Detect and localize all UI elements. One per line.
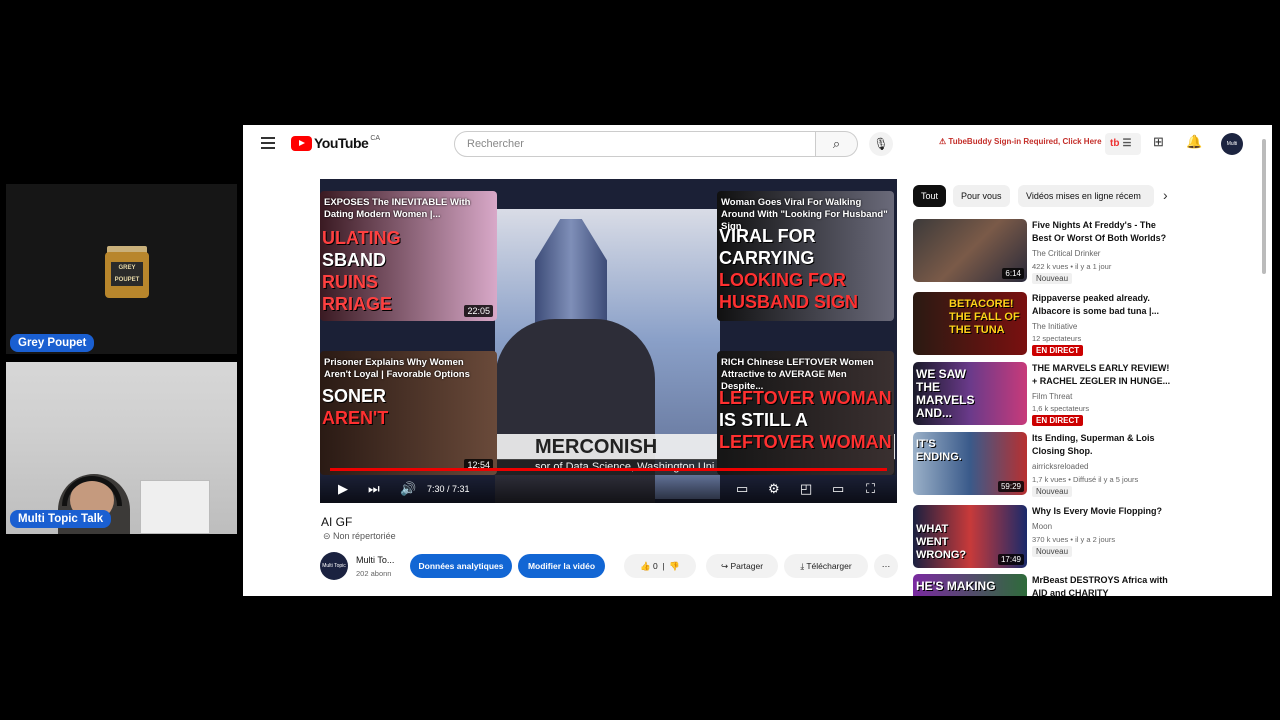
youtube-window: YouTube CA Rechercher ⌕ 🎙 ⚠ TubeBuddy Si…: [243, 125, 1272, 596]
share-icon: ↪: [720, 561, 729, 571]
jar-label: GREY POUPET: [111, 262, 143, 286]
time-display: 7:30 / 7:31: [427, 484, 470, 494]
analytics-button[interactable]: Données analytiques: [410, 554, 512, 578]
more-horiz-icon: ⋯: [881, 561, 891, 571]
notifications-bell-icon[interactable]: 🔔: [1186, 134, 1202, 150]
participant-name-tag: Grey Poupet: [10, 334, 95, 352]
video-thumbnail[interactable]: BETACORE! THE FALL OF THE TUNA: [913, 292, 1027, 355]
recommended-video[interactable]: WE SAW THE MARVELS AND... THE MARVELS EA…: [913, 362, 1263, 426]
microphone-icon: 🎙: [873, 137, 889, 151]
video-thumbnail[interactable]: WE SAW THE MARVELS AND...: [913, 362, 1027, 425]
more-actions-button[interactable]: ⋯: [874, 554, 898, 578]
edit-video-button[interactable]: Modifier la vidéo: [518, 554, 605, 578]
progress-bar[interactable]: [330, 468, 887, 471]
video-thumbnail[interactable]: WHAT WENT WRONG? 17:49: [913, 505, 1027, 568]
video-thumbnail[interactable]: IT'S ENDING. 59:29: [913, 432, 1027, 495]
link-icon: ⊝: [323, 531, 334, 541]
download-button[interactable]: ⤓ Télécharger: [784, 554, 868, 578]
recommended-video[interactable]: 6:14 Five Nights At Freddy's - The Best …: [913, 219, 1263, 284]
voice-search-button[interactable]: 🎙: [869, 132, 893, 156]
tubebuddy-menu-button[interactable]: tb ☰: [1105, 133, 1141, 155]
screen: GREY POUPET Grey Poupet Multi Topic Talk…: [0, 0, 1280, 720]
thumbs-down-icon: 👎: [669, 561, 680, 571]
search-icon: ⌕: [832, 136, 841, 151]
video-thumbnail[interactable]: 6:14: [913, 219, 1027, 282]
youtube-header: YouTube CA Rechercher ⌕ 🎙 ⚠ TubeBuddy Si…: [243, 125, 1272, 169]
recommended-video[interactable]: IT'S ENDING. 59:29 Its Ending, Superman …: [913, 432, 1263, 497]
participant-tile-grey-poupet: GREY POUPET: [6, 184, 237, 354]
page-scrollbar[interactable]: [1260, 139, 1268, 589]
chip-recently-uploaded[interactable]: Vidéos mises en ligne récem: [1018, 185, 1154, 207]
like-dislike-group[interactable]: 👍 0 | 👎: [624, 554, 696, 578]
tubebuddy-signin-link[interactable]: ⚠ TubeBuddy Sign-in Required, Click Here: [939, 137, 1102, 146]
channel-avatar[interactable]: Multi Topic Talk: [320, 552, 348, 596]
play-icon[interactable]: ▶: [338, 481, 348, 497]
video-thumbnail[interactable]: HE'S MAKING: [913, 574, 1027, 596]
like-count: 0: [652, 561, 658, 571]
mustard-jar-image: GREY POUPET: [105, 246, 149, 298]
account-avatar[interactable]: Multi Topic Talk: [1221, 133, 1243, 169]
channel-name[interactable]: Multi To...: [356, 555, 394, 565]
menu-icon[interactable]: [261, 137, 275, 149]
chip-for-you[interactable]: Pour vous: [953, 185, 1010, 207]
subscriber-count: 202 abonn: [356, 569, 392, 578]
video-title: AI GF: [321, 515, 353, 529]
download-icon: ⤓: [800, 561, 805, 571]
participant-tile-multi-topic-talk: [6, 362, 237, 534]
video-player[interactable]: MERCONISH sor of Data Science, Washingto…: [320, 179, 897, 503]
share-button[interactable]: ↪ Partager: [706, 554, 778, 578]
subtitles-icon[interactable]: ▭: [736, 481, 748, 497]
participant-name-tag: Multi Topic Talk: [10, 510, 112, 528]
endcard-video[interactable]: Woman Goes Viral For Walking Around With…: [717, 191, 894, 321]
player-controls: ▶ ⏭ 🔊 7:30 / 7:31 ▭ ⚙ ◰ ▭ ⛶: [320, 475, 897, 503]
theater-mode-icon[interactable]: ▭: [832, 481, 844, 497]
recommended-video[interactable]: WHAT WENT WRONG? 17:49 Why Is Every Movi…: [913, 505, 1263, 569]
chevron-right-icon[interactable]: ›: [1163, 187, 1168, 203]
visibility-label: ⊝ Non répertoriée: [323, 531, 396, 541]
next-icon[interactable]: ⏭: [368, 481, 380, 497]
youtube-logo[interactable]: YouTube CA: [291, 135, 380, 151]
settings-gear-icon[interactable]: ⚙: [768, 481, 780, 497]
youtube-play-icon: [291, 135, 312, 151]
search-button[interactable]: ⌕: [816, 131, 858, 157]
chip-all[interactable]: Tout: [913, 185, 947, 207]
endcard-video[interactable]: EXPOSES The INEVITABLE With Dating Moder…: [320, 191, 497, 321]
thumbs-up-icon: 👍: [640, 561, 651, 571]
search-input[interactable]: Rechercher: [454, 131, 816, 157]
recommended-video[interactable]: BETACORE! THE FALL OF THE TUNA Rippavers…: [913, 292, 1263, 356]
fullscreen-icon[interactable]: ⛶: [866, 481, 875, 497]
create-video-icon[interactable]: ⊞: [1153, 134, 1164, 150]
endcard-video[interactable]: RICH Chinese LEFTOVER Women Attractive t…: [717, 351, 894, 475]
endcard-video[interactable]: Prisoner Explains Why Women Aren't Loyal…: [320, 351, 497, 475]
recommended-video[interactable]: HE'S MAKING MrBeast DESTROYS Africa with…: [913, 574, 1263, 596]
volume-icon[interactable]: 🔊: [400, 481, 416, 497]
miniplayer-icon[interactable]: ◰: [800, 481, 812, 497]
